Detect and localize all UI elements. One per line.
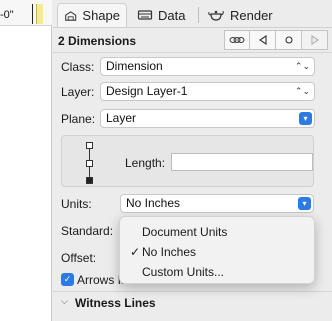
menu-item-document-units[interactable]: Document Units	[120, 222, 316, 242]
layer-label: Layer:	[61, 85, 95, 99]
current-button[interactable]	[276, 30, 302, 50]
length-group: Length:	[61, 135, 314, 187]
menu-item-label: Custom Units...	[142, 265, 225, 279]
arrows-checkbox[interactable]: ✓	[61, 273, 74, 286]
chevron-updown-icon: ⌃⌄	[294, 86, 310, 96]
length-input[interactable]	[171, 153, 313, 171]
plane-label: Plane:	[61, 112, 96, 126]
standard-label: Standard:	[61, 224, 114, 238]
ruler-highlight	[36, 4, 43, 24]
length-label: Length:	[125, 156, 166, 170]
ruler-value: -0"	[0, 9, 14, 21]
tab-shape-label: Shape	[82, 8, 120, 23]
object-info-panel: Shape Data Render 2 Dimensions Class: Di…	[53, 0, 332, 321]
plane-value: Layer	[106, 111, 137, 125]
section-divider	[53, 291, 332, 292]
class-value: Dimension	[106, 59, 163, 73]
ruler-tick	[32, 4, 33, 24]
menu-item-no-inches[interactable]: ✓ No Inches	[120, 242, 316, 262]
header-divider	[53, 52, 332, 53]
triangle-right-icon	[310, 35, 319, 45]
tab-data-label: Data	[158, 7, 186, 23]
previous-button[interactable]	[250, 30, 276, 50]
units-label: Units:	[61, 197, 92, 211]
class-label: Class:	[61, 60, 95, 74]
chevron-down-icon[interactable]: ⌵	[61, 296, 68, 307]
chevron-down-icon: ▾	[299, 112, 312, 125]
circle-icon	[284, 36, 293, 44]
horizontal-ruler: -0"	[0, 0, 52, 26]
chevron-down-icon: ▾	[298, 197, 311, 210]
panel-tabs: Shape Data Render	[53, 0, 332, 28]
chain-link-icon	[229, 37, 245, 43]
tab-separator	[198, 7, 199, 23]
shape-icon	[65, 10, 77, 21]
section-title: 2 Dimensions	[58, 34, 137, 48]
next-button[interactable]	[302, 30, 328, 50]
menu-item-label: Document Units	[142, 225, 228, 239]
class-select[interactable]: Dimension ⌃⌄	[100, 57, 315, 76]
data-icon	[137, 10, 153, 20]
tab-data[interactable]: Data	[131, 3, 191, 27]
dimension-chain-icon	[85, 142, 95, 184]
checkmark-icon: ✓	[130, 245, 141, 259]
units-select[interactable]: No Inches ▾	[120, 194, 314, 213]
menu-item-label: No Inches	[142, 245, 197, 259]
teapot-icon	[208, 10, 224, 21]
section-header: 2 Dimensions	[53, 28, 332, 52]
tab-shape[interactable]: Shape	[57, 3, 127, 27]
units-value: No Inches	[126, 196, 181, 210]
units-dropdown-menu: Document Units ✓ No Inches Custom Units.…	[119, 216, 315, 284]
layer-value: Design Layer-1	[106, 84, 188, 98]
menu-item-custom-units[interactable]: Custom Units...	[120, 262, 316, 282]
layer-select[interactable]: Design Layer-1 ⌃⌄	[100, 82, 315, 101]
chain-link-button[interactable]	[224, 30, 250, 50]
chevron-updown-icon: ⌃⌄	[294, 61, 310, 71]
triangle-left-icon	[258, 35, 267, 45]
tab-render[interactable]: Render	[201, 3, 279, 27]
plane-select[interactable]: Layer ▾	[100, 109, 315, 128]
drawing-area: -0"	[0, 0, 52, 321]
header-button-group	[224, 30, 328, 50]
offset-label: Offset:	[61, 251, 97, 265]
witness-lines-title: Witness Lines	[75, 296, 156, 310]
tab-render-label: Render	[230, 7, 273, 23]
